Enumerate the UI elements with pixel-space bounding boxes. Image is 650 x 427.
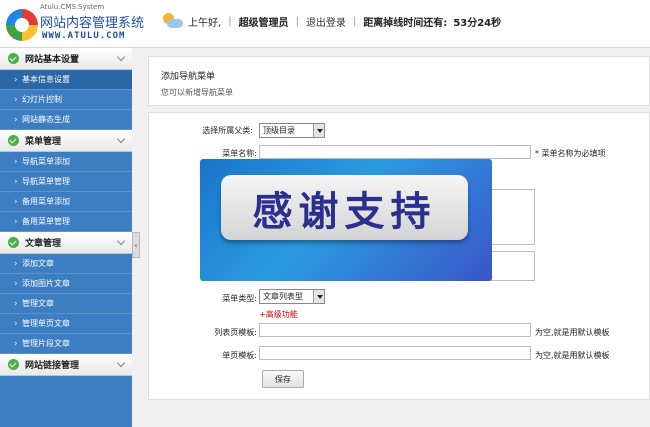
name-input[interactable] (259, 145, 531, 159)
type-select[interactable]: 文章列表型 (259, 289, 325, 304)
sidebar: 网站基本设置 基本信息设置 幻灯片控制 网站静态生成 菜单管理 导航菜单添加 导… (0, 48, 132, 427)
sidebar-item-manage-single[interactable]: 管理单页文章 (0, 314, 132, 334)
user-role: 超级管理员 (238, 17, 289, 29)
check-icon (8, 359, 19, 370)
watermark-text: 感谢支持 (252, 187, 437, 235)
save-button[interactable]: 保存 (262, 370, 304, 388)
logo-url: WWW.ATULU.COM (42, 31, 126, 41)
parent-select[interactable]: 顶级目录 (259, 123, 325, 138)
nav-group-site-settings[interactable]: 网站基本设置 (0, 48, 132, 70)
nav-group-title: 网站基本设置 (25, 55, 80, 65)
sidebar-item-manage-nav[interactable]: 导航菜单管理 (0, 172, 132, 192)
divider: | (352, 15, 357, 27)
check-icon (8, 237, 19, 248)
name-hint: * 菜单名称为必填项 (535, 149, 606, 158)
timeout-label: 距离掉线时间还有: (363, 17, 448, 29)
sidebar-item-add-backup[interactable]: 备用菜单添加 (0, 192, 132, 212)
logo-title: 网站内容管理系统 (40, 16, 145, 31)
chevron-down-icon (313, 290, 324, 303)
list-template-input[interactable] (259, 323, 531, 337)
page-title: 添加导航菜单 (161, 72, 216, 82)
weather-icon (162, 12, 184, 30)
sidebar-item-static-gen[interactable]: 网站静态生成 (0, 110, 132, 130)
sidebar-item-add-image-article[interactable]: 添加图片文章 (0, 274, 132, 294)
check-icon (8, 53, 19, 64)
sidebar-item-add-article[interactable]: 添加文章 (0, 254, 132, 274)
logo-small-text: Atulu.CMS.System (40, 3, 105, 11)
single-template-input[interactable] (259, 346, 531, 360)
nav-group-title: 文章管理 (25, 239, 62, 249)
list-template-hint: 为空,就是用默认模板 (535, 328, 610, 337)
nav-group-links[interactable]: 网站链接管理 (0, 354, 132, 376)
sidebar-item-manage-fragments[interactable]: 管理片段文章 (0, 334, 132, 354)
greeting: 上午好, (188, 17, 222, 29)
name-label: 菜单名称: (222, 149, 257, 158)
list-template-label: 列表页模板: (214, 328, 257, 337)
single-template-label: 单页模板: (222, 351, 257, 360)
sidebar-collapse-handle[interactable]: ‹ (132, 232, 140, 258)
top-bar: 上午好, | 超级管理员 | 退出登录 | 距离掉线时间还有: 53分24秒 (162, 10, 501, 32)
type-label: 菜单类型: (222, 294, 257, 303)
sidebar-item-add-nav[interactable]: 导航菜单添加 (0, 152, 132, 172)
chevron-down-icon (116, 52, 126, 62)
nav-group-title: 网站链接管理 (25, 361, 80, 371)
type-select-value: 文章列表型 (263, 292, 303, 301)
sidebar-item-manage-backup[interactable]: 备用菜单管理 (0, 212, 132, 232)
divider: | (228, 15, 232, 27)
nav-group-title: 菜单管理 (25, 137, 62, 147)
chevron-down-icon (116, 134, 126, 144)
nav-group-articles[interactable]: 文章管理 (0, 232, 132, 254)
watermark-plate: 感谢支持 (221, 175, 468, 240)
parent-label: 选择所属父类: (202, 126, 253, 135)
sidebar-item-basic-info[interactable]: 基本信息设置 (0, 70, 132, 90)
page-header: 添加导航菜单 您可以新增导航菜单 (148, 56, 650, 106)
chevron-down-icon (116, 236, 126, 246)
logout-link[interactable]: 退出登录 (306, 14, 346, 29)
nav-group-menu[interactable]: 菜单管理 (0, 130, 132, 152)
parent-select-value: 顶级目录 (263, 126, 295, 135)
divider: | (295, 15, 299, 27)
page-subtitle: 您可以新增导航菜单 (161, 88, 233, 97)
watermark-banner: 感谢支持 (200, 159, 492, 281)
sidebar-item-slideshow[interactable]: 幻灯片控制 (0, 90, 132, 110)
chevron-down-icon (116, 358, 126, 368)
check-icon (8, 135, 19, 146)
advanced-toggle[interactable]: +高级功能 (259, 309, 298, 320)
logo: Atulu.CMS.System 网站内容管理系统 WWW.ATULU.COM (6, 3, 144, 45)
chevron-down-icon (313, 124, 324, 137)
sidebar-item-manage-articles[interactable]: 管理文章 (0, 294, 132, 314)
logo-icon (6, 9, 38, 41)
timeout-value: 53分24秒 (453, 17, 502, 29)
single-template-hint: 为空,就是用默认模板 (535, 351, 610, 360)
header: Atulu.CMS.System 网站内容管理系统 WWW.ATULU.COM … (0, 0, 650, 48)
